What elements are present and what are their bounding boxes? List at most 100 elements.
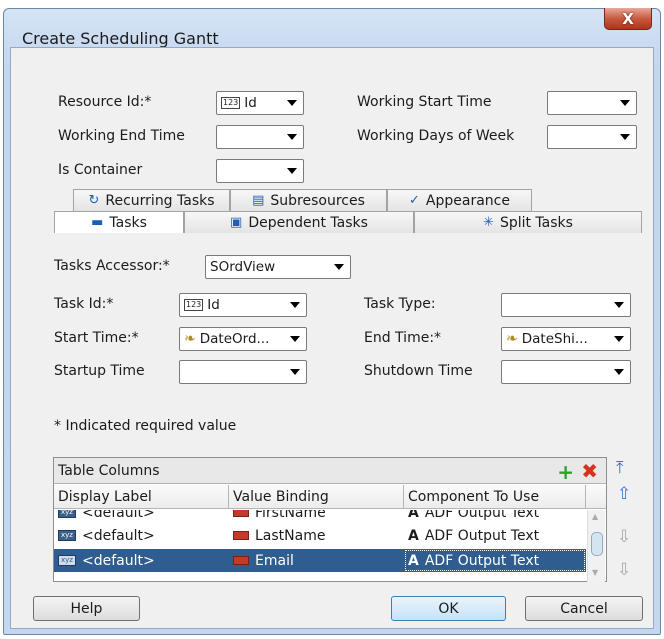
table-row[interactable]: xyz <default> LastName A ADF Output Text (54, 524, 586, 547)
row-value-binding: LastName (255, 527, 326, 544)
task-type-dropdown[interactable] (501, 293, 631, 317)
startup-time-label: Startup Time (54, 363, 145, 379)
working-start-time-dropdown[interactable] (547, 91, 637, 115)
table-columns-title: Table Columns (58, 462, 160, 479)
row-value-binding: FirstName (255, 510, 326, 521)
scroll-up-icon[interactable]: ▲ (592, 512, 598, 521)
task-id-dropdown[interactable]: 123 Id (179, 293, 307, 317)
chevron-down-icon (620, 134, 630, 140)
task-type-label: Task Type: (364, 296, 436, 312)
tab-dependent-tasks[interactable]: ▣ Dependent Tasks (184, 211, 414, 233)
end-time-label: End Time:* (364, 330, 442, 346)
help-button[interactable]: Help (33, 596, 140, 621)
working-start-time-label: Working Start Time (357, 94, 492, 110)
chevron-down-icon (287, 134, 297, 140)
move-to-bottom-icon[interactable]: ⇩ (617, 560, 631, 580)
start-time-dropdown[interactable]: ❧ DateOrd... (179, 327, 307, 351)
appearance-icon: ✓ (409, 193, 420, 208)
column-header-display-label[interactable]: Display Label (54, 485, 229, 509)
tab-appearance-label: Appearance (425, 192, 510, 209)
tab-split-tasks-label: Split Tasks (499, 214, 573, 231)
row-display-label: <default> (81, 527, 155, 544)
table-rows: xyz <default> FirstName A ADF Output Text … (54, 510, 586, 582)
split-tasks-icon: ✳ (483, 215, 494, 230)
required-note: * Indicated required value (54, 418, 237, 434)
table-scrollbar[interactable]: ▲ ▼ (587, 510, 605, 582)
chevron-down-icon (290, 369, 300, 375)
chevron-down-icon (614, 369, 624, 375)
recurring-tasks-icon: ↻ (88, 193, 100, 208)
row-component: ADF Output Text (424, 552, 540, 569)
row-value-binding: Email (255, 552, 294, 569)
tab-dependent-tasks-label: Dependent Tasks (248, 214, 368, 231)
close-button[interactable]: X (604, 8, 652, 30)
row-component: ADF Output Text (424, 510, 540, 521)
resource-id-label: Resource Id:* (58, 94, 152, 110)
shutdown-time-dropdown[interactable] (501, 360, 631, 384)
move-down-icon[interactable]: ⇩ (617, 527, 631, 547)
working-end-time-dropdown[interactable] (216, 125, 304, 149)
attribute-icon (233, 556, 249, 565)
tab-recurring-tasks[interactable]: ↻ Recurring Tasks (73, 189, 230, 211)
tab-subresources[interactable]: ▤ Subresources (230, 189, 387, 211)
outer-tab-row: ↻ Recurring Tasks ▤ Subresources ✓ Appea… (73, 189, 532, 211)
tab-split-tasks[interactable]: ✳ Split Tasks (414, 211, 642, 233)
start-time-value: DateOrd... (199, 331, 270, 347)
tasks-accessor-dropdown[interactable]: SOrdView (205, 255, 351, 279)
task-id-value: Id (207, 297, 220, 313)
column-header-component[interactable]: Component To Use (404, 485, 586, 509)
end-time-value: DateShi... (521, 331, 588, 347)
resource-id-dropdown[interactable]: 123 Id (216, 91, 304, 115)
chevron-down-icon (290, 336, 300, 342)
dependent-tasks-icon: ▣ (230, 215, 243, 230)
tab-tasks[interactable]: ▬ Tasks (54, 211, 184, 233)
tab-appearance[interactable]: ✓ Appearance (387, 189, 532, 211)
startup-time-dropdown[interactable] (179, 360, 307, 384)
attribute-icon (233, 531, 249, 540)
working-end-time-label: Working End Time (58, 128, 185, 144)
dialog-title: Create Scheduling Gantt (22, 29, 219, 48)
scroll-thumb[interactable] (591, 532, 603, 556)
tab-tasks-label: Tasks (109, 214, 147, 231)
shutdown-time-label: Shutdown Time (364, 363, 473, 379)
text-type-icon: xyz (58, 555, 76, 566)
text-type-icon: xyz (58, 530, 76, 541)
date-tag-icon: ❧ (506, 331, 518, 347)
is-container-dropdown[interactable] (216, 159, 304, 183)
chevron-down-icon (614, 336, 624, 342)
tab-subresources-label: Subresources (270, 192, 365, 209)
tasks-accessor-value: SOrdView (210, 259, 276, 275)
tasks-icon: ▬ (91, 215, 104, 230)
table-column-headers: Display Label Value Binding Component To… (54, 485, 606, 509)
move-to-top-icon[interactable]: ⤒ (616, 458, 624, 478)
scroll-down-icon[interactable]: ▼ (592, 568, 598, 577)
chevron-down-icon (290, 302, 300, 308)
tasks-accessor-label: Tasks Accessor:* (54, 258, 170, 274)
inner-tab-row: ▬ Tasks ▣ Dependent Tasks ✳ Split Tasks (54, 211, 642, 233)
move-up-icon[interactable]: ⇧ (617, 484, 631, 504)
table-row-selected[interactable]: xyz <default> Email A ADF Output Text (54, 549, 586, 572)
resource-id-value: Id (244, 95, 257, 111)
working-days-label: Working Days of Week (357, 128, 515, 144)
table-columns-header: Table Columns + ✖ (54, 458, 606, 484)
delete-icon[interactable]: ✖ (581, 459, 598, 483)
end-time-dropdown[interactable]: ❧ DateShi... (501, 327, 631, 351)
table-row[interactable]: xyz <default> FirstName A ADF Output Text (54, 510, 586, 524)
table-columns-panel: Table Columns + ✖ Display Label Value Bi… (53, 457, 607, 582)
attribute-icon (233, 510, 249, 517)
start-time-label: Start Time:* (54, 330, 139, 346)
output-text-icon: A (408, 552, 419, 569)
column-header-value-binding[interactable]: Value Binding (229, 485, 404, 509)
chevron-down-icon (334, 264, 344, 270)
text-type-icon: xyz (58, 510, 76, 518)
add-icon[interactable]: + (557, 460, 574, 484)
working-days-dropdown[interactable] (547, 125, 637, 149)
cancel-button[interactable]: Cancel (525, 596, 643, 621)
output-text-icon: A (408, 510, 419, 521)
is-container-label: Is Container (58, 162, 143, 178)
chevron-down-icon (614, 302, 624, 308)
dialog-content: Resource Id:* 123 Id Working Start Time W… (10, 47, 654, 629)
output-text-icon: A (408, 527, 419, 544)
ok-button[interactable]: OK (391, 596, 506, 621)
create-scheduling-gantt-dialog: Create Scheduling Gantt X Resource Id:* … (3, 8, 661, 635)
